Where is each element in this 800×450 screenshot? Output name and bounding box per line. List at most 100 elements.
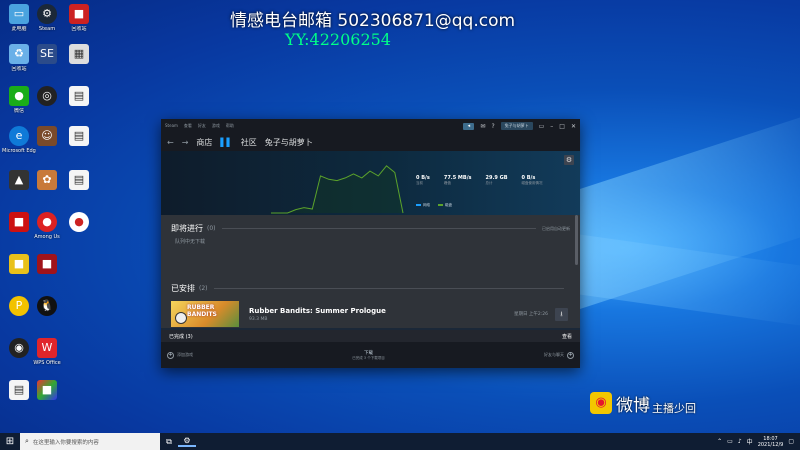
taskbar-search[interactable]: ⌕ 在这里输入你要搜索的内容: [20, 433, 160, 450]
graph-legend: 网络 磁盘: [416, 203, 452, 208]
desktop-icon-app-c3r1[interactable]: ■ 回收站: [62, 4, 96, 32]
desktop-icon-app-c2r10[interactable]: ■: [30, 380, 64, 402]
wallpaper-beam: [570, 107, 800, 313]
desktop-icon-doc2[interactable]: ▤: [62, 126, 96, 148]
among-us-icon: ●: [37, 212, 57, 232]
weibo-watermark: ◉ 微博 主播少回: [590, 390, 696, 416]
scheduled-time: 星期日 上午2:26: [513, 312, 548, 317]
download-graph: ⚙ 0 B/s 当前 77.5 MB/s 峰值 29.9 GB 总计 0 B/s 磁盘使…: [161, 151, 580, 215]
clock[interactable]: 18:07 2021/12/9: [758, 436, 784, 448]
download-item[interactable]: RUBBER BANDITS Rubber Bandits: Summer Pr…: [171, 299, 568, 328]
view-completed-button[interactable]: 查看: [562, 333, 572, 340]
app-icon: ●: [69, 212, 89, 232]
app-icon: P: [9, 296, 29, 316]
close-icon[interactable]: ✕: [571, 123, 576, 130]
completed-bar: 已完成 (3) 查看: [161, 330, 580, 342]
desktop-icon-qq[interactable]: 🐧: [30, 296, 64, 318]
queue-empty-text: 队列中无下载: [175, 239, 206, 245]
grid-icon: ▦: [69, 44, 89, 64]
completed-label: 已完成 (3): [169, 333, 193, 340]
forward-arrow-icon[interactable]: →: [182, 138, 189, 147]
document-icon: ▤: [9, 380, 29, 400]
wechat-icon: ●: [9, 86, 29, 106]
desktop-icon-app-c2r7[interactable]: ■: [30, 254, 64, 276]
downloads-content: 即将进行 (0) 已启用自动更新 队列中无下载 已安排 (2) RUBBER B…: [161, 215, 580, 328]
volume-icon[interactable]: ♪: [738, 438, 742, 445]
menu-view[interactable]: 查看: [184, 123, 192, 129]
ime-icon[interactable]: 中: [747, 437, 753, 446]
weibo-logo-icon: ◉: [590, 392, 612, 414]
plus-icon: +: [167, 351, 174, 359]
document-icon: ▤: [69, 86, 89, 106]
steam-taskbar-icon[interactable]: ⚙: [178, 436, 196, 447]
desktop-icon-app-c3r6[interactable]: ●: [62, 212, 96, 234]
settings-gear-icon[interactable]: ⚙: [564, 155, 574, 165]
desktop-icon-app-c2r4[interactable]: ☺: [30, 126, 64, 148]
notification-icon[interactable]: ✉: [480, 123, 485, 130]
library-icon[interactable]: ▌▌: [220, 138, 232, 147]
help-icon[interactable]: ?: [491, 123, 494, 130]
legend-network: 网络: [416, 203, 430, 208]
steam-footer: + 添加游戏 下载 已完成 3 个下载项目 好友与聊天 +: [161, 342, 580, 368]
screen-icon[interactable]: ▭: [539, 123, 545, 130]
app-icon: ◉: [9, 338, 29, 358]
taskbar: ⊞ ⌕ 在这里输入你要搜索的内容 ⧉ ⚙ ⌃ ▭ ♪ 中 18:07 2021/…: [0, 433, 800, 450]
steam-window: Steam 查看 好友 游戏 帮助 ◂ ✉ ? 兔子与胡萝卜 ▭ – □ ✕ ←…: [161, 119, 580, 368]
broadcast-button[interactable]: ◂: [463, 122, 475, 130]
desktop-icon-app-c2r3[interactable]: ◎: [30, 86, 64, 108]
download-icon[interactable]: ⭳: [555, 307, 568, 321]
qq-icon: 🐧: [37, 296, 57, 316]
maximize-icon[interactable]: □: [559, 123, 565, 130]
auto-update-status[interactable]: 已启用自动更新: [542, 226, 570, 232]
task-view-icon[interactable]: ⧉: [160, 437, 178, 447]
steam-navbar: ← → 商店 ▌▌ 社区 兔子与胡萝卜: [161, 133, 580, 151]
nav-user[interactable]: 兔子与胡萝卜: [265, 137, 313, 148]
titlebar-right: ◂ ✉ ? 兔子与胡萝卜 ▭ – □ ✕: [463, 122, 576, 130]
character-face: [175, 312, 187, 324]
desktop-icon-among-us[interactable]: ● Among Us: [30, 212, 64, 240]
downloads-status[interactable]: 下载 已完成 3 个下载项目: [193, 350, 544, 361]
desktop-icon-app-c3r2[interactable]: ▦: [62, 44, 96, 66]
document-icon: ▤: [69, 126, 89, 146]
app-icon: ■: [37, 380, 57, 400]
menu-help[interactable]: 帮助: [226, 123, 234, 129]
nav-store[interactable]: 商店: [196, 137, 212, 148]
scheduled-header: 已安排 (2): [171, 283, 570, 294]
account-button[interactable]: 兔子与胡萝卜: [500, 122, 533, 130]
recycle-bin-icon: ♻: [9, 44, 29, 64]
app-icon: ■: [37, 254, 57, 274]
desktop-icon-wps[interactable]: W WPS Office: [30, 338, 64, 366]
menu-steam[interactable]: Steam: [165, 123, 178, 129]
desktop-icon-doc1[interactable]: ▤: [62, 86, 96, 108]
menu-games[interactable]: 游戏: [212, 123, 220, 129]
desktop-icon-steam[interactable]: ⚙ Steam: [30, 4, 64, 32]
search-icon: ⌕: [25, 437, 29, 445]
friends-chat-button[interactable]: 好友与聊天 +: [544, 351, 574, 359]
back-arrow-icon[interactable]: ←: [167, 138, 174, 147]
divider: [221, 228, 536, 229]
scrollbar[interactable]: [575, 215, 578, 265]
nav-community[interactable]: 社区: [241, 137, 257, 148]
avatar-icon: ☺: [37, 126, 57, 146]
graph-area: [271, 165, 403, 213]
system-tray: ⌃ ▭ ♪ 中 18:07 2021/12/9 ▢: [717, 436, 800, 448]
steam-icon: ⚙: [37, 4, 57, 24]
add-game-button[interactable]: + 添加游戏: [167, 351, 193, 359]
stat-total: 29.9 GB 总计: [485, 175, 508, 185]
minimize-icon[interactable]: –: [550, 123, 553, 130]
item-info: Rubber Bandits: Summer Prologue 93.3 MB: [249, 307, 386, 322]
upcoming-header: 即将进行 (0) 已启用自动更新: [171, 224, 570, 233]
windows-start-icon[interactable]: ⊞: [0, 436, 20, 447]
game-size: 93.3 MB: [249, 316, 268, 322]
app-icon: ■: [69, 4, 89, 24]
chevron-up-icon[interactable]: ⌃: [717, 438, 722, 445]
notification-center-icon[interactable]: ▢: [788, 438, 794, 445]
divider: [213, 288, 564, 289]
desktop-icon-se[interactable]: SE: [30, 44, 64, 64]
game-name: Rubber Bandits: Summer Prologue: [249, 306, 386, 315]
network-icon[interactable]: ▭: [727, 438, 733, 445]
desktop-icon-paw[interactable]: ✿: [30, 170, 64, 192]
desktop-icon-doc3[interactable]: ▤: [62, 170, 96, 192]
car-icon: ▲: [9, 170, 29, 190]
menu-friends[interactable]: 好友: [198, 123, 206, 129]
